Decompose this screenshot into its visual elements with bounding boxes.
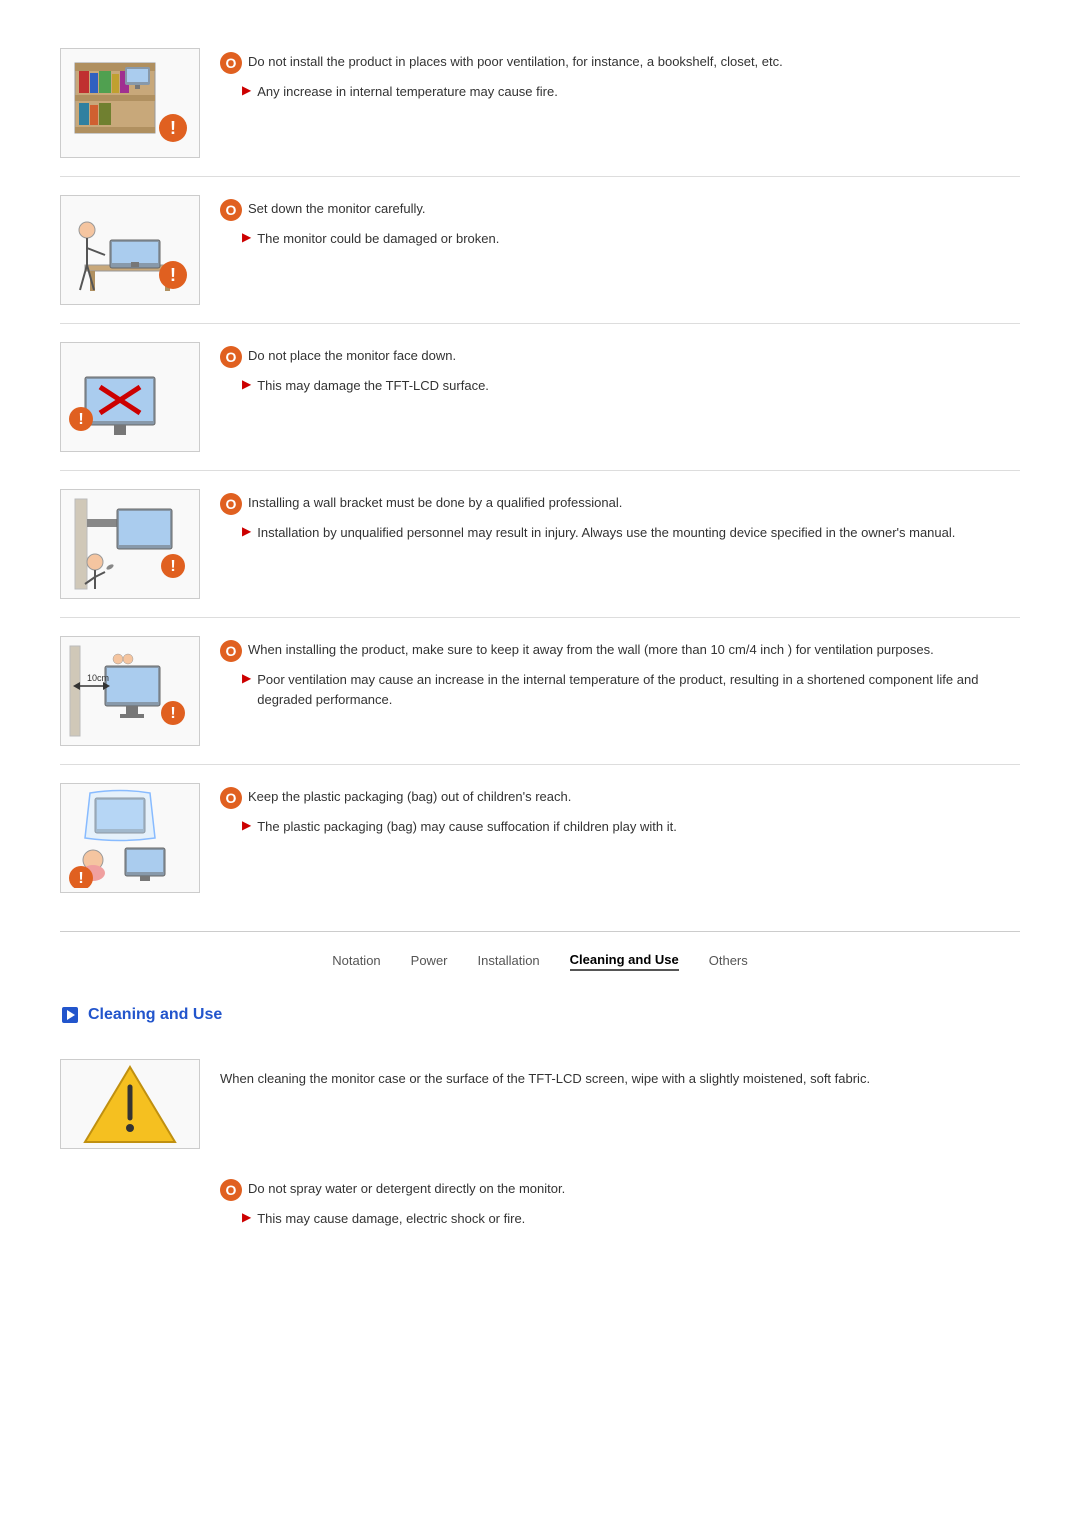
- bullet-icon-1: O: [220, 52, 242, 74]
- sub-text-2: The monitor could be damaged or broken.: [257, 229, 499, 249]
- tab-notation[interactable]: Notation: [332, 953, 380, 970]
- sub-point-6: ▶ The plastic packaging (bag) may cause …: [242, 817, 1020, 837]
- illustration-5: 10cm !: [60, 636, 200, 746]
- main-text-5: When installing the product, make sure t…: [248, 640, 934, 660]
- cleaning-sub-text-1: This may cause damage, electric shock or…: [257, 1209, 525, 1229]
- main-point-2: O Set down the monitor carefully.: [220, 199, 1020, 221]
- svg-text:!: !: [78, 411, 83, 428]
- bullet-icon-6: O: [220, 787, 242, 809]
- illustration-3: !: [60, 342, 200, 452]
- illustration-2: !: [60, 195, 200, 305]
- main-text-6: Keep the plastic packaging (bag) out of …: [248, 787, 571, 807]
- main-point-1: O Do not install the product in places w…: [220, 52, 1020, 74]
- illustration-6: !: [60, 783, 200, 893]
- safety-items-list: ! O Do not install the product in places…: [60, 30, 1020, 911]
- cleaning-intro-content: When cleaning the monitor case or the su…: [220, 1059, 1020, 1089]
- cleaning-sub-1: ▶ This may cause damage, electric shock …: [242, 1209, 1020, 1229]
- arrow-icon-4: ▶: [242, 524, 251, 538]
- sub-point-1: ▶ Any increase in internal temperature m…: [242, 82, 1020, 102]
- tab-cleaning-and-use[interactable]: Cleaning and Use: [570, 952, 679, 971]
- main-point-5: O When installing the product, make sure…: [220, 640, 1020, 662]
- safety-item-2: ! O Set down the monitor carefully. ▶ Th…: [60, 177, 1020, 324]
- content-1: O Do not install the product in places w…: [220, 48, 1020, 102]
- cleaning-item-1: O Do not spray water or detergent direct…: [60, 1167, 1020, 1247]
- cleaning-arrow-1: ▶: [242, 1210, 251, 1224]
- cleaning-intro-text: When cleaning the monitor case or the su…: [220, 1071, 870, 1086]
- svg-text:!: !: [170, 118, 176, 138]
- main-text-1: Do not install the product in places wit…: [248, 52, 783, 72]
- tab-installation[interactable]: Installation: [478, 953, 540, 970]
- cleaning-content-1: O Do not spray water or detergent direct…: [220, 1175, 1020, 1229]
- bullet-icon-2: O: [220, 199, 242, 221]
- arrow-icon-5: ▶: [242, 671, 251, 685]
- sub-text-5: Poor ventilation may cause an increase i…: [257, 670, 1020, 709]
- section-header-icon: [60, 1005, 80, 1025]
- sub-text-6: The plastic packaging (bag) may cause su…: [257, 817, 677, 837]
- sub-point-5: ▶ Poor ventilation may cause an increase…: [242, 670, 1020, 709]
- main-text-4: Installing a wall bracket must be done b…: [248, 493, 622, 513]
- cleaning-main-text-1: Do not spray water or detergent directly…: [248, 1179, 565, 1199]
- sub-point-2: ▶ The monitor could be damaged or broken…: [242, 229, 1020, 249]
- main-text-3: Do not place the monitor face down.: [248, 346, 456, 366]
- arrow-icon-6: ▶: [242, 818, 251, 832]
- cleaning-main-1: O Do not spray water or detergent direct…: [220, 1179, 1020, 1201]
- arrow-icon-3: ▶: [242, 377, 251, 391]
- svg-text:!: !: [170, 265, 176, 285]
- main-text-2: Set down the monitor carefully.: [248, 199, 426, 219]
- page: ! O Do not install the product in places…: [0, 0, 1080, 1277]
- main-point-4: O Installing a wall bracket must be done…: [220, 493, 1020, 515]
- arrow-icon-1: ▶: [242, 83, 251, 97]
- tab-others[interactable]: Others: [709, 953, 748, 970]
- svg-text:!: !: [170, 558, 175, 575]
- tab-power[interactable]: Power: [411, 953, 448, 970]
- content-3: O Do not place the monitor face down. ▶ …: [220, 342, 1020, 396]
- sub-text-1: Any increase in internal temperature may…: [257, 82, 558, 102]
- content-6: O Keep the plastic packaging (bag) out o…: [220, 783, 1020, 837]
- safety-item-5: 10cm ! O When installing the product, ma…: [60, 618, 1020, 765]
- bullet-icon-4: O: [220, 493, 242, 515]
- content-4: O Installing a wall bracket must be done…: [220, 489, 1020, 543]
- tab-bar: Notation Power Installation Cleaning and…: [60, 931, 1020, 981]
- bullet-icon-5: O: [220, 640, 242, 662]
- sub-text-3: This may damage the TFT-LCD surface.: [257, 376, 489, 396]
- safety-item-3: ! O Do not place the monitor face down. …: [60, 324, 1020, 471]
- main-point-3: O Do not place the monitor face down.: [220, 346, 1020, 368]
- svg-text:!: !: [78, 870, 83, 887]
- illustration-4: !: [60, 489, 200, 599]
- svg-text:!: !: [170, 705, 175, 722]
- sub-text-4: Installation by unqualified personnel ma…: [257, 523, 955, 543]
- svg-text:10cm: 10cm: [87, 673, 109, 683]
- illustration-1: !: [60, 48, 200, 158]
- cleaning-bullet-1: O: [220, 1179, 242, 1201]
- section-title: Cleaning and Use: [88, 1006, 222, 1024]
- arrow-icon-2: ▶: [242, 230, 251, 244]
- safety-item-1: ! O Do not install the product in places…: [60, 30, 1020, 177]
- content-5: O When installing the product, make sure…: [220, 636, 1020, 709]
- sub-point-3: ▶ This may damage the TFT-LCD surface.: [242, 376, 1020, 396]
- cleaning-items-list: O Do not spray water or detergent direct…: [60, 1167, 1020, 1247]
- section-header: Cleaning and Use: [60, 1005, 1020, 1025]
- bullet-icon-3: O: [220, 346, 242, 368]
- safety-item-4: ! O Installing a wall bracket must be do…: [60, 471, 1020, 618]
- content-2: O Set down the monitor carefully. ▶ The …: [220, 195, 1020, 249]
- cleaning-intro-row: When cleaning the monitor case or the su…: [60, 1041, 1020, 1149]
- sub-point-4: ▶ Installation by unqualified personnel …: [242, 523, 1020, 543]
- safety-item-6: ! O Keep the plastic packaging (bag) out…: [60, 765, 1020, 911]
- main-point-6: O Keep the plastic packaging (bag) out o…: [220, 787, 1020, 809]
- cleaning-illustration: [60, 1059, 200, 1149]
